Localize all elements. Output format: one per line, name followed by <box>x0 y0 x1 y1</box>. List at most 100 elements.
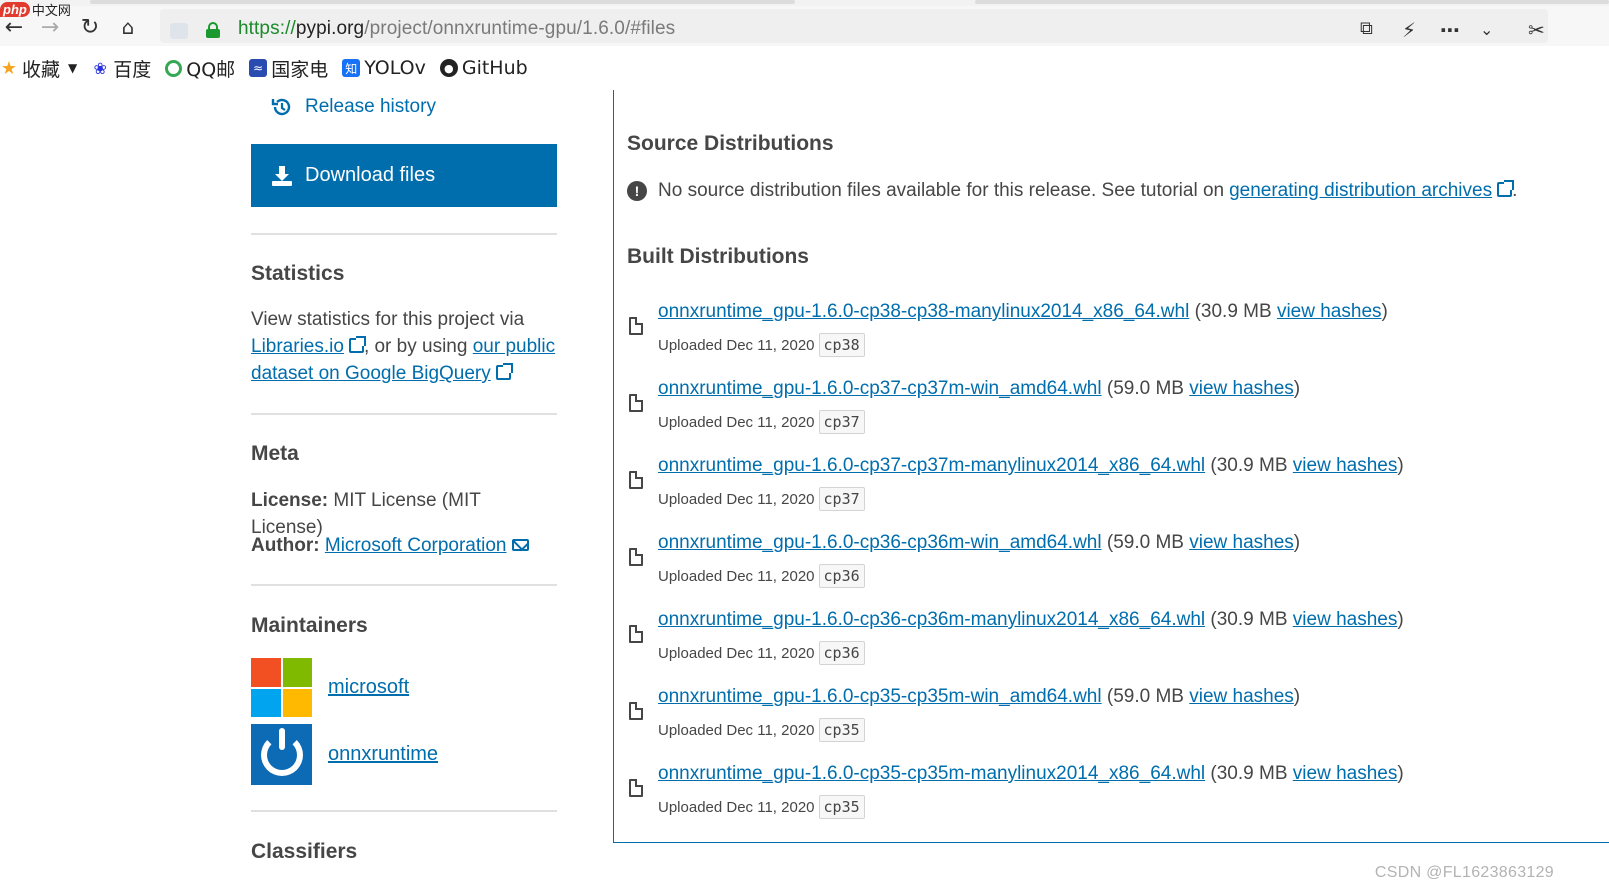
file-download-link[interactable]: onnxruntime_gpu-1.6.0-cp38-cp38-manylinu… <box>658 301 1189 322</box>
url-text[interactable]: https://pypi.org/project/onnxruntime-gpu… <box>238 18 675 40</box>
upload-date: Uploaded Dec 11, 2020 <box>658 721 815 739</box>
exclamation-icon: ! <box>627 181 647 201</box>
file-meta: Uploaded Dec 11, 2020 cp37 <box>658 487 865 511</box>
file-download-link[interactable]: onnxruntime_gpu-1.6.0-cp36-cp36m-manylin… <box>658 609 1205 630</box>
bookmark-github[interactable]: ● GitHub <box>439 57 528 79</box>
bookmark-label: GitHub <box>461 57 528 79</box>
bookmark-label: 国家电 <box>271 58 329 81</box>
scissors-icon[interactable]: ✂ <box>1528 18 1545 42</box>
translate-icon[interactable]: ⧉ <box>1360 18 1373 39</box>
maintainer-microsoft[interactable]: microsoft <box>251 658 409 717</box>
bookmark-favorites[interactable]: ★ 收藏 ▼ <box>0 55 77 82</box>
release-history-link[interactable]: Release history <box>271 96 436 118</box>
home-icon[interactable]: ⌂ <box>114 14 142 40</box>
file-download-link[interactable]: onnxruntime_gpu-1.6.0-cp37-cp37m-manylin… <box>658 455 1205 476</box>
open-paren: ( <box>1101 686 1114 707</box>
file-size: 59.0 MB <box>1113 686 1184 707</box>
microsoft-logo-icon[interactable] <box>251 658 312 717</box>
file-row: onnxruntime_gpu-1.6.0-cp37-cp37m-win_amd… <box>627 378 1587 448</box>
file-row: onnxruntime_gpu-1.6.0-cp35-cp35m-win_amd… <box>627 686 1587 756</box>
bookmark-yolo[interactable]: 知 YOLOv <box>342 57 426 79</box>
file-row: onnxruntime_gpu-1.6.0-cp38-cp38-manylinu… <box>627 301 1587 371</box>
php-cn-logo: php 中文网 <box>0 0 71 19</box>
site-info-icon[interactable] <box>170 23 188 39</box>
file-size: 30.9 MB <box>1216 609 1288 630</box>
python-version-tag: cp35 <box>818 795 865 819</box>
libraries-io-link[interactable]: Libraries.io <box>251 336 366 357</box>
statistics-intro: View statistics for this project via <box>251 309 525 330</box>
file-line: onnxruntime_gpu-1.6.0-cp36-cp36m-manylin… <box>658 609 1404 631</box>
file-line: onnxruntime_gpu-1.6.0-cp38-cp38-manylinu… <box>658 301 1388 323</box>
baidu-paw-icon: ❀ <box>91 59 110 78</box>
files-panel: Source Distributions ! No source distrib… <box>613 90 1609 843</box>
download-files-button[interactable]: Download files <box>251 144 557 207</box>
file-icon <box>629 394 643 412</box>
view-hashes-link[interactable]: view hashes <box>1189 532 1294 553</box>
open-paren: ( <box>1189 301 1201 322</box>
close-paren: ) <box>1397 455 1404 476</box>
more-menu-icon[interactable]: ⋯ <box>1440 18 1460 42</box>
dropdown-triangle-icon[interactable]: ▼ <box>68 61 77 75</box>
file-meta: Uploaded Dec 11, 2020 cp36 <box>658 641 865 665</box>
author-link[interactable]: Microsoft Corporation <box>325 535 529 556</box>
open-paren: ( <box>1205 763 1217 784</box>
zhihu-icon: 知 <box>342 59 361 77</box>
close-paren: ) <box>1397 763 1404 784</box>
file-download-link[interactable]: onnxruntime_gpu-1.6.0-cp37-cp37m-win_amd… <box>658 378 1102 399</box>
onnxruntime-logo-icon[interactable] <box>251 724 312 785</box>
maintainer-onnxruntime[interactable]: onnxruntime <box>251 724 438 785</box>
maintainer-link[interactable]: onnxruntime <box>328 743 438 766</box>
bookmark-baidu[interactable]: ❀ 百度 <box>91 55 151 82</box>
open-paren: ( <box>1101 532 1114 553</box>
divider <box>251 584 557 586</box>
statistics-mid-text: , or by using <box>363 336 468 357</box>
bookmark-label: YOLOv <box>364 57 426 79</box>
chevron-down-icon[interactable]: ⌄ <box>1480 20 1493 39</box>
view-hashes-link[interactable]: view hashes <box>1293 609 1398 630</box>
external-link-icon <box>495 363 513 380</box>
close-paren: ) <box>1293 686 1301 707</box>
csdn-watermark: CSDN @FL1623863129 <box>1374 864 1554 881</box>
close-paren: ) <box>1293 378 1301 399</box>
background-tab[interactable] <box>975 0 1609 4</box>
file-meta: Uploaded Dec 11, 2020 cp35 <box>658 795 865 819</box>
view-hashes-link[interactable]: view hashes <box>1189 378 1294 399</box>
file-icon <box>629 779 643 797</box>
file-download-link[interactable]: onnxruntime_gpu-1.6.0-cp35-cp35m-win_amd… <box>658 686 1102 707</box>
bookmark-label: 百度 <box>113 58 152 81</box>
author-label: Author: <box>251 535 320 556</box>
statistics-heading: Statistics <box>251 262 345 285</box>
view-hashes-link[interactable]: view hashes <box>1277 301 1382 322</box>
file-size: 59.0 MB <box>1113 532 1184 553</box>
file-meta: Uploaded Dec 11, 2020 cp37 <box>658 410 865 434</box>
file-icon <box>629 548 643 566</box>
source-notice: ! No source distribution files available… <box>627 180 1517 202</box>
bookmark-state-grid[interactable]: ≈ 国家电 <box>249 55 328 82</box>
background-tab[interactable] <box>90 0 795 4</box>
bookmark-qq-mail[interactable]: QQ邮 <box>165 55 235 82</box>
meta-heading: Meta <box>251 442 299 465</box>
view-hashes-link[interactable]: view hashes <box>1293 763 1398 784</box>
envelope-icon <box>511 539 529 551</box>
file-icon <box>629 702 643 720</box>
bookmark-label: 收藏 <box>22 58 61 81</box>
lightning-icon[interactable]: ⚡ <box>1402 18 1416 42</box>
view-hashes-link[interactable]: view hashes <box>1189 686 1294 707</box>
license-label: License: <box>251 490 329 511</box>
file-row: onnxruntime_gpu-1.6.0-cp36-cp36m-win_amd… <box>627 532 1587 602</box>
file-line: onnxruntime_gpu-1.6.0-cp35-cp35m-manylin… <box>658 763 1404 785</box>
reload-icon[interactable]: ↻ <box>76 14 104 40</box>
external-link-icon <box>348 336 366 353</box>
python-version-tag: cp37 <box>818 410 865 434</box>
view-hashes-link[interactable]: view hashes <box>1293 455 1398 476</box>
maintainer-link[interactable]: microsoft <box>328 676 409 699</box>
file-row: onnxruntime_gpu-1.6.0-cp37-cp37m-manylin… <box>627 455 1587 525</box>
state-grid-icon: ≈ <box>249 59 268 77</box>
file-download-link[interactable]: onnxruntime_gpu-1.6.0-cp36-cp36m-win_amd… <box>658 532 1102 553</box>
distribution-archives-link[interactable]: generating distribution archives <box>1229 180 1515 202</box>
file-download-link[interactable]: onnxruntime_gpu-1.6.0-cp35-cp35m-manylin… <box>658 763 1205 784</box>
source-notice-text: No source distribution files available f… <box>658 180 1225 201</box>
file-icon <box>629 625 643 643</box>
lock-icon[interactable] <box>206 22 220 38</box>
release-history-label: Release history <box>305 96 436 117</box>
